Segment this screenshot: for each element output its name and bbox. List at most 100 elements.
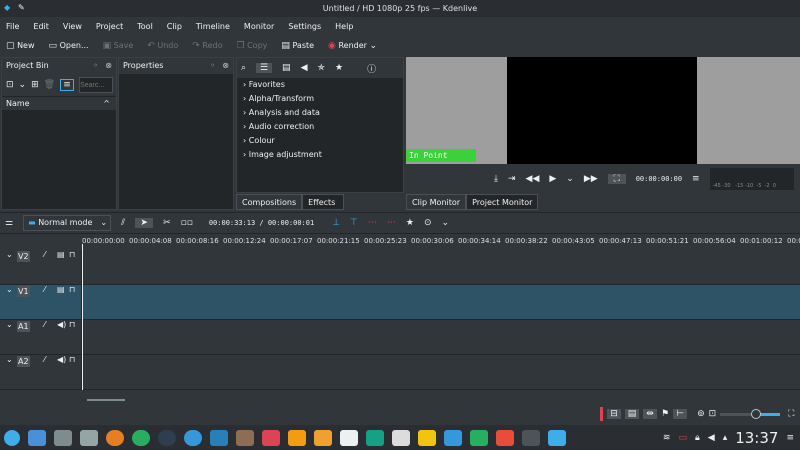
effect-category-alpha[interactable]: › Alpha/Transform bbox=[237, 92, 403, 106]
vlc-icon[interactable] bbox=[288, 429, 306, 446]
name-column-header[interactable]: Name ^ bbox=[2, 96, 116, 110]
extract-icon[interactable]: ⋯ bbox=[387, 218, 396, 228]
track-a2[interactable]: ⌄ A2 ⁄ ◀) ⊓ bbox=[0, 355, 800, 390]
redo-button[interactable]: ↷ Redo bbox=[192, 41, 222, 51]
record-icon[interactable]: ⊙ bbox=[424, 218, 432, 228]
marker-flag-icon[interactable]: ⚑ bbox=[661, 409, 669, 419]
render-button[interactable]: ◉ Render ⌄ bbox=[328, 41, 377, 51]
lock-icon[interactable]: ⊓ bbox=[69, 285, 75, 294]
paste-button[interactable]: ▤ Paste bbox=[281, 41, 314, 51]
chrome-icon[interactable] bbox=[132, 429, 150, 446]
krita-icon[interactable] bbox=[236, 429, 254, 446]
custom-star-icon[interactable]: ✯ bbox=[317, 63, 325, 73]
tab-effects[interactable]: Effects bbox=[302, 194, 345, 210]
effects-wand-icon[interactable]: ⁄ bbox=[44, 285, 45, 294]
select-tool-icon[interactable]: ➤ bbox=[135, 218, 154, 228]
rewind-icon[interactable]: ◀◀ bbox=[526, 174, 540, 184]
forward-icon[interactable]: ▶▶ bbox=[584, 174, 598, 184]
zoom-in-icon[interactable]: ⛶ bbox=[788, 409, 794, 419]
undo-button[interactable]: ↶ Undo bbox=[147, 41, 178, 51]
playhead[interactable] bbox=[82, 244, 83, 390]
inkscape-icon[interactable] bbox=[210, 429, 228, 446]
set-out-point-icon[interactable]: ⇥ bbox=[508, 174, 516, 184]
info-icon[interactable]: ⓘ bbox=[367, 62, 376, 75]
tab-compositions[interactable]: Compositions bbox=[236, 194, 303, 210]
system-monitor-icon[interactable] bbox=[470, 429, 488, 446]
menu-icon[interactable]: ≡ bbox=[692, 174, 700, 184]
track-a1[interactable]: ⌄ A1 ⁄ ◀) ⊓ bbox=[0, 320, 800, 355]
lift-icon[interactable]: ⋯ bbox=[368, 218, 377, 228]
tab-project-monitor[interactable]: Project Monitor bbox=[466, 194, 539, 210]
audio-thumbnail-icon[interactable]: ⇹ bbox=[643, 409, 657, 419]
file-manager-icon[interactable] bbox=[80, 429, 98, 446]
collapse-icon[interactable]: ⌄ bbox=[6, 355, 13, 364]
audio-editor-icon[interactable] bbox=[444, 429, 462, 446]
menu-edit[interactable]: Edit bbox=[33, 22, 49, 31]
effect-category-image[interactable]: › Image adjustment bbox=[237, 148, 403, 162]
bin-search-input[interactable] bbox=[79, 77, 114, 93]
clock[interactable]: 13:37 bbox=[735, 429, 778, 447]
float-icon[interactable]: ◦ bbox=[93, 58, 98, 74]
chevron-down-icon[interactable]: ⌄ bbox=[19, 80, 27, 90]
monitor-view[interactable]: In Point bbox=[406, 57, 800, 164]
insert-icon[interactable]: ⊥ bbox=[332, 218, 340, 228]
lock-icon[interactable]: ⊓ bbox=[69, 355, 75, 364]
wifi-icon[interactable]: ≋ bbox=[663, 433, 671, 443]
menu-icon[interactable]: ≡ bbox=[786, 433, 794, 443]
collapse-icon[interactable]: ⌄ bbox=[6, 250, 13, 259]
add-folder-icon[interactable]: ⊞ bbox=[31, 80, 39, 90]
menu-clip[interactable]: Clip bbox=[167, 22, 182, 31]
zoom-slider[interactable] bbox=[720, 408, 781, 419]
zoom-out-icon[interactable]: ⊡ bbox=[709, 409, 717, 419]
effects-wand-icon[interactable]: ⁄ bbox=[44, 320, 45, 329]
slip-tool-icon[interactable]: ▫▫ bbox=[181, 218, 193, 228]
collapse-icon[interactable]: ⌄ bbox=[6, 285, 13, 294]
tab-clip-monitor[interactable]: Clip Monitor bbox=[406, 194, 467, 210]
close-icon[interactable]: ⊗ bbox=[105, 58, 112, 74]
draw-icon[interactable] bbox=[392, 429, 410, 446]
favorite-icon[interactable]: ★ bbox=[406, 218, 414, 228]
presentation-icon[interactable] bbox=[262, 429, 280, 446]
favorite-star-icon[interactable]: ★ bbox=[335, 63, 343, 73]
lock-icon[interactable]: ⊓ bbox=[69, 250, 75, 259]
close-icon[interactable]: ⊗ bbox=[222, 58, 229, 74]
volume-icon[interactable]: ◀ bbox=[708, 433, 715, 443]
zoom-fit-icon[interactable]: ⊚ bbox=[697, 409, 705, 419]
mute-audio-icon[interactable]: ◀) bbox=[57, 355, 66, 364]
effect-category-favorites[interactable]: › Favorites bbox=[237, 78, 403, 92]
list-icon[interactable]: ☰ bbox=[256, 63, 273, 73]
hide-video-icon[interactable]: ▤ bbox=[57, 285, 65, 294]
effect-category-audio[interactable]: › Audio correction bbox=[237, 120, 403, 134]
menu-view[interactable]: View bbox=[63, 22, 82, 31]
fullscreen-overlay-icon[interactable]: ⛶ bbox=[607, 173, 626, 184]
list-view-icon[interactable]: ≡ bbox=[60, 79, 75, 91]
video-thumbnail-icon[interactable]: ▤ bbox=[625, 409, 639, 419]
battery-icon[interactable]: ▭ bbox=[678, 433, 687, 443]
effects-wand-icon[interactable]: ⁄ bbox=[44, 250, 45, 259]
track-v2[interactable]: ⌄ V2 ⁄ ▤ ⊓ bbox=[0, 250, 800, 285]
add-clip-icon[interactable]: ⊡ bbox=[6, 80, 14, 90]
new-button[interactable]: ▢ New bbox=[6, 41, 35, 51]
menu-file[interactable]: File bbox=[6, 22, 19, 31]
horizontal-scrollbar[interactable] bbox=[87, 399, 125, 401]
search-icon[interactable]: ⌕ bbox=[241, 63, 246, 73]
save-button[interactable]: ▣ Save bbox=[103, 41, 134, 51]
lock-icon[interactable]: 🔒︎ bbox=[695, 433, 700, 443]
document-icon[interactable] bbox=[340, 429, 358, 446]
zoom-slider-handle[interactable] bbox=[751, 408, 762, 419]
effects-wand-icon[interactable]: ⁄ bbox=[44, 355, 45, 364]
terminal-icon[interactable] bbox=[522, 429, 540, 446]
lock-icon[interactable]: ⊓ bbox=[69, 320, 75, 329]
audio-icon[interactable]: ◀ bbox=[301, 63, 308, 73]
show-desktop-icon[interactable] bbox=[54, 429, 72, 446]
effect-category-analysis[interactable]: › Analysis and data bbox=[237, 106, 403, 120]
menu-timeline[interactable]: Timeline bbox=[196, 22, 230, 31]
steam-icon[interactable] bbox=[158, 429, 176, 446]
desktop-icon[interactable] bbox=[28, 429, 46, 446]
play-icon[interactable]: ▶ bbox=[549, 174, 556, 184]
effect-category-colour[interactable]: › Colour bbox=[237, 134, 403, 148]
menu-settings[interactable]: Settings bbox=[288, 22, 321, 31]
menu-help[interactable]: Help bbox=[335, 22, 353, 31]
notes-icon[interactable] bbox=[366, 429, 384, 446]
overwrite-icon[interactable]: ⊤ bbox=[350, 218, 358, 228]
